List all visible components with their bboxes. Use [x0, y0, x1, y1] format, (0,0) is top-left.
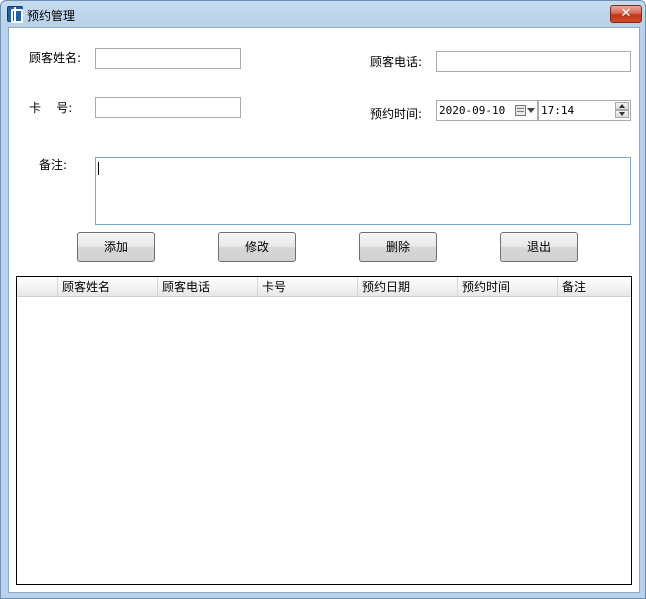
appointment-time-stepper[interactable]: 17:14: [538, 100, 631, 121]
remark-label: 备注:: [39, 158, 68, 172]
exit-button[interactable]: 退出: [500, 232, 578, 262]
window-title: 预约管理: [27, 9, 76, 23]
time-value: 17:14: [541, 104, 575, 117]
appointment-window: 预约管理 ✕ 顾客姓名: 顾客电话: 卡 号: 预约时间: 2020-09-10…: [0, 0, 646, 599]
text-caret: [98, 162, 99, 175]
row-header-corner: [17, 277, 58, 297]
column-header-appointment-date[interactable]: 预约日期: [358, 277, 458, 297]
column-header-customer-name[interactable]: 顾客姓名: [58, 277, 158, 297]
add-button[interactable]: 添加: [77, 232, 155, 262]
calendar-icon[interactable]: [515, 105, 526, 116]
spin-down-icon[interactable]: [615, 110, 629, 118]
card-number-input[interactable]: [95, 97, 241, 118]
customer-phone-input[interactable]: [436, 51, 631, 72]
appointment-time-label: 预约时间:: [370, 107, 423, 121]
card-number-label: 卡 号:: [29, 101, 73, 115]
column-header-card-number[interactable]: 卡号: [258, 277, 358, 297]
close-button[interactable]: ✕: [610, 5, 642, 23]
client-area: 顾客姓名: 顾客电话: 卡 号: 预约时间: 2020-09-10 17:14 …: [8, 27, 640, 593]
column-header-customer-phone[interactable]: 顾客电话: [158, 277, 258, 297]
date-value: 2020-09-10: [439, 104, 506, 117]
column-header-remark[interactable]: 备注: [558, 277, 631, 297]
grid-header: 顾客姓名 顾客电话 卡号 预约日期 预约时间 备注: [17, 277, 631, 297]
title-bar: 预约管理 ✕: [1, 1, 645, 27]
customer-name-label: 顾客姓名:: [29, 51, 82, 65]
chevron-down-icon[interactable]: [527, 108, 535, 113]
customer-name-input[interactable]: [95, 48, 241, 69]
delete-button[interactable]: 删除: [359, 232, 437, 262]
appointment-date-picker[interactable]: 2020-09-10: [436, 100, 538, 121]
customer-phone-label: 顾客电话:: [370, 55, 423, 69]
app-icon: [7, 6, 23, 23]
edit-button[interactable]: 修改: [218, 232, 296, 262]
spin-up-icon[interactable]: [615, 102, 629, 110]
column-header-appointment-time[interactable]: 预约时间: [458, 277, 558, 297]
time-spinner[interactable]: [615, 102, 629, 119]
remark-textarea[interactable]: [95, 157, 631, 225]
appointment-grid[interactable]: 顾客姓名 顾客电话 卡号 预约日期 预约时间 备注: [16, 276, 632, 585]
